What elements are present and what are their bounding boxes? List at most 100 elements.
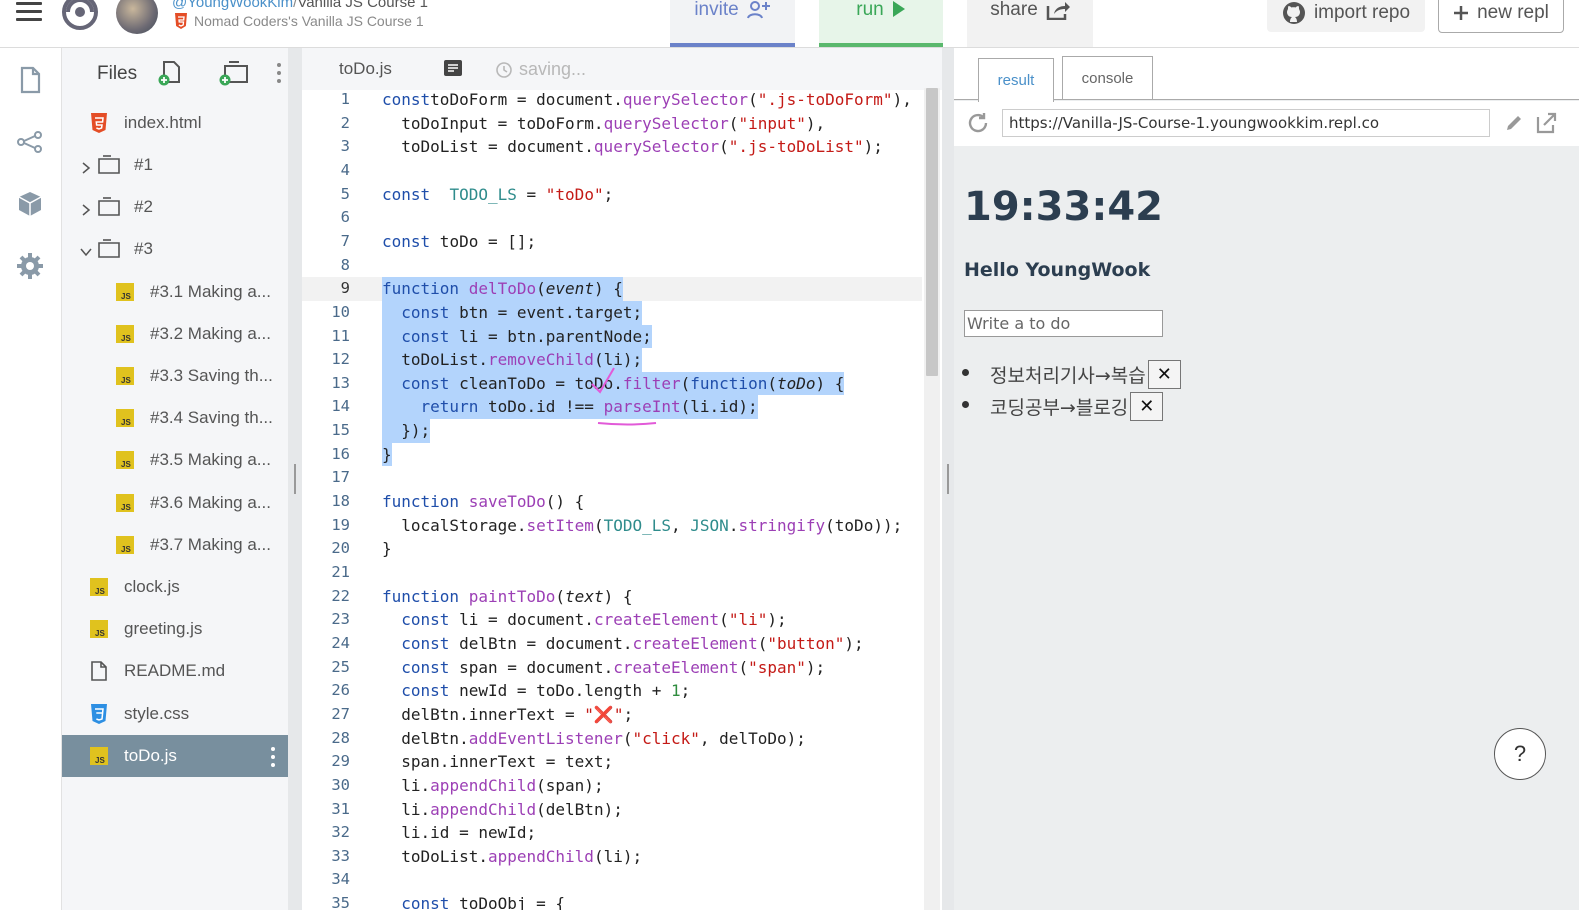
code-line: 11 const li = btn.parentNode; — [302, 324, 922, 349]
delete-todo-button[interactable]: ✕ — [1147, 359, 1181, 389]
file-name: #3.2 Making a... — [150, 324, 271, 343]
list-bullet — [962, 401, 969, 408]
format-code-icon[interactable] — [443, 59, 463, 77]
line-number: 33 — [331, 846, 350, 865]
scrollbar-thumb[interactable] — [926, 88, 938, 376]
delete-todo-button[interactable]: ✕ — [1130, 391, 1164, 421]
file-tree-item[interactable]: index.html — [62, 102, 288, 144]
hamburger-menu-icon[interactable] — [16, 2, 42, 22]
file-tree-item[interactable]: #1 — [62, 144, 288, 186]
repl-logo-icon[interactable] — [60, 0, 100, 32]
file-name: #3.6 Making a... — [150, 493, 271, 512]
file-tree-item[interactable]: #3 — [62, 228, 288, 270]
project-title[interactable]: Vanilla JS Course 1 — [297, 0, 428, 11]
new-repl-button[interactable]: new repl — [1438, 0, 1564, 33]
file-tree-item[interactable]: JS greeting.js — [62, 608, 288, 650]
code-line: 13 const cleanToDo = toDo.filter(functio… — [302, 371, 922, 396]
packages-icon[interactable] — [16, 190, 44, 218]
file-tree-item[interactable]: #2 — [62, 186, 288, 228]
file-name: toDo.js — [124, 746, 177, 765]
code-text: delBtn.addEventListener("click", delToDo… — [382, 728, 806, 748]
file-tree-item[interactable]: JS toDo.js — [62, 735, 288, 777]
code-line: 12 toDoList.removeChild(li); — [302, 348, 922, 372]
file-tree-item[interactable]: style.css — [62, 693, 288, 735]
line-number: 25 — [331, 657, 350, 676]
import-repo-label: import repo — [1313, 2, 1411, 23]
add-file-icon[interactable] — [158, 60, 182, 86]
owner-link[interactable]: @YoungWookKim — [172, 0, 293, 11]
code-text: } — [382, 539, 392, 559]
share-button[interactable]: share — [967, 0, 1093, 47]
file-options-icon[interactable] — [270, 746, 276, 768]
js-icon: JS — [90, 746, 108, 766]
line-number: 23 — [331, 610, 350, 629]
version-control-icon[interactable] — [16, 128, 44, 156]
code-line: 17 — [302, 466, 922, 490]
code-line: 21 — [302, 561, 922, 585]
user-avatar[interactable] — [116, 0, 158, 34]
code-line: 7 const toDo = []; — [302, 230, 922, 254]
import-repo-button[interactable]: import repo — [1267, 0, 1425, 32]
file-tree-item[interactable]: JS #3.4 Saving th... — [62, 397, 288, 439]
code-text: const TODO_LS = "toDo"; — [382, 184, 614, 204]
file-tree-item[interactable]: JS #3.3 Saving th... — [62, 355, 288, 397]
open-external-icon[interactable] — [1534, 111, 1558, 135]
reload-icon[interactable] — [966, 111, 990, 135]
folder-icon — [98, 239, 120, 259]
file-tree-item[interactable]: JS #3.2 Making a... — [62, 313, 288, 355]
line-number: 34 — [331, 870, 350, 889]
history-icon — [496, 61, 512, 78]
editor-scrollbar[interactable] — [924, 88, 940, 910]
file-tree-item[interactable]: JS #3.7 Making a... — [62, 524, 288, 566]
splitter-grip[interactable] — [294, 464, 296, 494]
line-number: 11 — [331, 326, 350, 345]
code-text: consttoDoForm = document.querySelector("… — [382, 90, 912, 109]
line-number: 8 — [340, 255, 350, 274]
chevron-down-icon[interactable] — [80, 243, 92, 257]
todo-input[interactable] — [964, 310, 1163, 337]
panel-splitter-left[interactable] — [288, 48, 302, 910]
pencil-icon[interactable] — [1504, 113, 1524, 133]
js-icon: JS — [90, 577, 108, 597]
code-line: 23 const li = document.createElement("li… — [302, 608, 922, 632]
code-line: 24 const delBtn = document.createElement… — [302, 632, 922, 656]
files-icon[interactable] — [16, 66, 44, 94]
add-folder-icon[interactable] — [217, 60, 249, 86]
code-line: 16} — [302, 442, 922, 467]
code-line: 26 const newId = toDo.length + 1; — [302, 679, 922, 703]
code-text: const btn = event.target; — [382, 300, 643, 325]
project-path: @YoungWookKim/Vanilla JS Course 1 — [172, 0, 428, 11]
code-text: toDoList.appendChild(li); — [382, 846, 643, 866]
todo-list: 정보처리기사→복습 ✕ 코딩공부→블로깅 ✕ — [962, 358, 1181, 422]
file-name: clock.js — [124, 577, 180, 596]
file-tree-item[interactable]: JS clock.js — [62, 566, 288, 608]
invite-button[interactable]: invite — [670, 0, 795, 47]
folder-icon — [98, 197, 120, 217]
chevron-right-icon[interactable] — [80, 201, 92, 216]
code-text: toDoList.removeChild(li); — [382, 348, 643, 372]
help-button[interactable]: ? — [1494, 728, 1546, 780]
file-tree-item[interactable]: README.md — [62, 650, 288, 692]
line-number: 22 — [331, 586, 350, 605]
editor-tab-todo-js[interactable]: toDo.js — [302, 48, 430, 90]
code-line: 5 const TODO_LS = "toDo"; — [302, 183, 922, 207]
tab-result[interactable]: result — [978, 58, 1054, 102]
settings-gear-icon[interactable] — [16, 252, 44, 280]
code-text: const cleanToDo = toDo.filter(function(t… — [382, 371, 845, 396]
svg-text:JS: JS — [121, 292, 131, 301]
panel-splitter-right[interactable] — [942, 48, 954, 910]
url-field[interactable]: https://Vanilla-JS-Course-1.youngwookkim… — [1002, 109, 1490, 137]
add-user-icon — [746, 1, 770, 19]
file-tree-item[interactable]: JS #3.1 Making a... — [62, 271, 288, 313]
tab-console[interactable]: console — [1062, 56, 1153, 99]
file-tree-item[interactable]: JS #3.6 Making a... — [62, 482, 288, 524]
chevron-right-icon[interactable] — [80, 159, 92, 174]
play-icon — [892, 1, 905, 17]
more-vertical-icon[interactable] — [276, 62, 282, 84]
code-area[interactable]: 1 consttoDoForm = document.querySelector(… — [302, 88, 922, 910]
js-icon: JS — [90, 619, 108, 639]
splitter-grip[interactable] — [947, 464, 949, 494]
run-button[interactable]: run — [819, 0, 943, 47]
file-tree-item[interactable]: JS #3.5 Making a... — [62, 439, 288, 481]
js-icon: JS — [116, 366, 134, 386]
